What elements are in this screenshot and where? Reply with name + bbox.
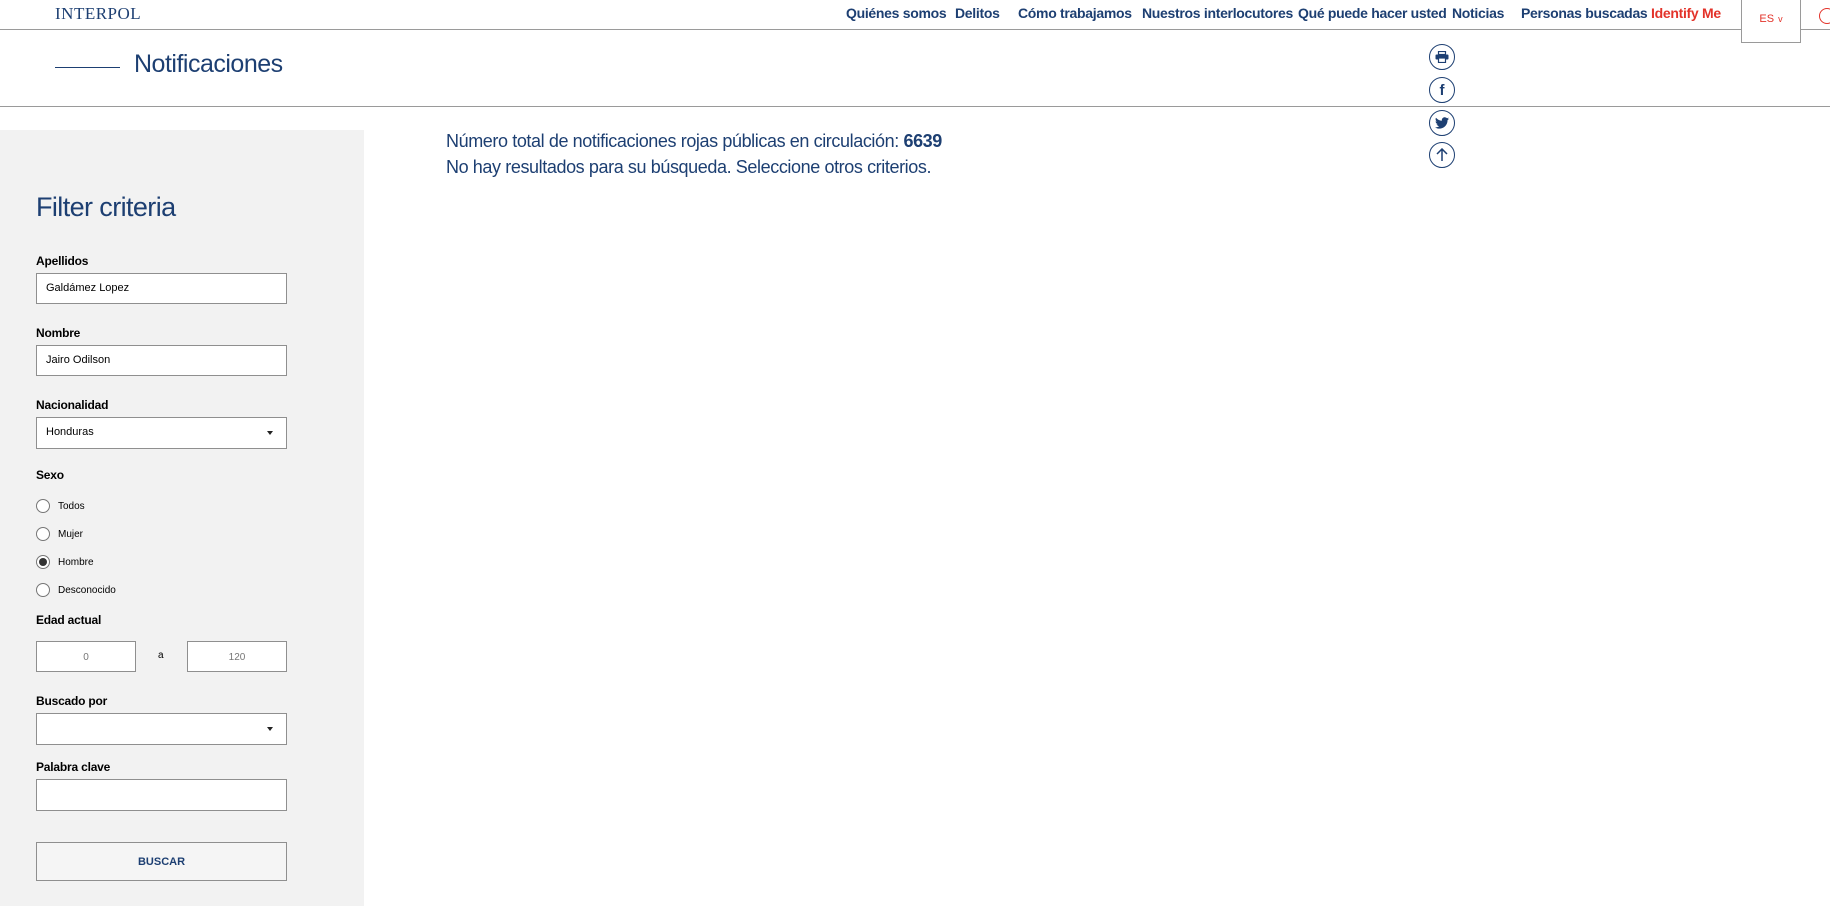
radio-button[interactable] [36, 499, 50, 513]
sexo-option-hombre[interactable]: Hombre [36, 554, 94, 570]
search-icon[interactable] [1819, 8, 1830, 24]
nav-item-que-puede-hacer[interactable]: Qué puede hacer usted [1298, 5, 1447, 21]
filter-title: Filter criteria [36, 192, 176, 222]
top-navigation-bar: INTERPOL Quiénes somos Delitos Cómo trab… [0, 0, 1830, 43]
back-to-top-icon[interactable] [1429, 142, 1455, 168]
radio-label: Desconocido [58, 584, 116, 596]
chevron-down-icon: v [1778, 14, 1783, 24]
edad-separator: a [158, 650, 164, 661]
nombre-label: Nombre [36, 326, 81, 340]
radio-label: Mujer [58, 528, 84, 540]
nav-item-delitos[interactable]: Delitos [955, 5, 1000, 21]
sexo-label: Sexo [36, 468, 64, 482]
sexo-option-desconocido[interactable]: Desconocido [36, 582, 116, 598]
edad-label: Edad actual [36, 613, 102, 627]
filter-sidebar: Filter criteria Apellidos Galdámez Lopez… [0, 130, 364, 906]
palabra-clave-label: Palabra clave [36, 760, 111, 774]
buscar-button[interactable]: BUSCAR [36, 842, 287, 881]
page-title: Notificaciones [134, 50, 283, 78]
results-empty-message: No hay resultados para su búsqueda. Sele… [446, 157, 932, 177]
edad-min-input[interactable]: 0 [36, 641, 136, 672]
apellidos-input[interactable]: Galdámez Lopez [36, 273, 287, 304]
results-total-count: 6639 [903, 131, 942, 151]
title-decoration-line [55, 67, 120, 68]
palabra-clave-input[interactable] [36, 779, 287, 811]
nombre-value: Jairo Odilson [46, 354, 111, 366]
chevron-down-icon [267, 727, 273, 731]
twitter-icon[interactable] [1429, 110, 1455, 136]
nacionalidad-select[interactable]: Honduras [36, 417, 287, 449]
nav-item-como-trabajamos[interactable]: Cómo trabajamos [1018, 5, 1132, 21]
radio-label: Todos [58, 500, 85, 512]
nav-item-nuestros-interlocutores[interactable]: Nuestros interlocutores [1142, 5, 1293, 21]
language-code: ES [1759, 13, 1775, 25]
results-total: Número total de notificaciones rojas púb… [446, 131, 942, 152]
nacionalidad-label: Nacionalidad [36, 398, 109, 412]
nacionalidad-value: Honduras [46, 426, 94, 438]
radio-button[interactable] [36, 583, 50, 597]
results-total-text: Número total de notificaciones rojas púb… [446, 131, 904, 151]
apellidos-value: Galdámez Lopez [46, 282, 130, 294]
buscado-por-label: Buscado por [36, 694, 108, 708]
sexo-option-mujer[interactable]: Mujer [36, 526, 83, 542]
edad-max-input[interactable]: 120 [187, 641, 287, 672]
facebook-icon[interactable]: f [1429, 77, 1455, 103]
print-icon[interactable] [1429, 44, 1455, 70]
nav-item-quienes-somos[interactable]: Quiénes somos [846, 5, 947, 21]
nav-item-identify-me[interactable]: Identify Me [1651, 5, 1721, 21]
radio-button[interactable] [36, 527, 50, 541]
page-header: Notificaciones [0, 30, 1830, 107]
radio-button-checked[interactable] [36, 555, 50, 569]
facebook-glyph: f [1439, 81, 1445, 99]
buscado-por-select[interactable] [36, 713, 287, 745]
radio-label: Hombre [58, 556, 94, 568]
nombre-input[interactable]: Jairo Odilson [36, 345, 287, 376]
apellidos-label: Apellidos [36, 254, 89, 268]
sexo-option-todos[interactable]: Todos [36, 498, 85, 514]
nav-item-personas-buscadas[interactable]: Personas buscadas [1521, 5, 1648, 21]
chevron-down-icon [267, 431, 273, 435]
interpol-logo[interactable]: INTERPOL [55, 4, 141, 24]
nav-item-noticias[interactable]: Noticias [1452, 5, 1504, 21]
